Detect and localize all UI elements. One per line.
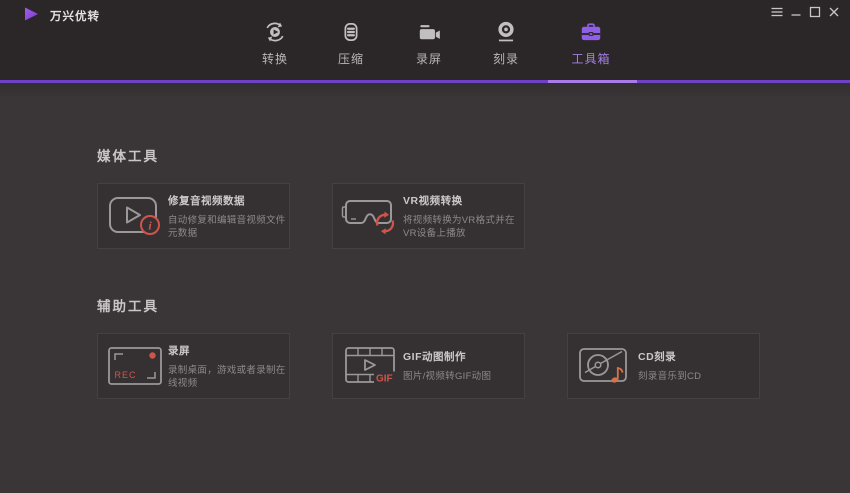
card-description: 刻录音乐到CD xyxy=(638,370,756,383)
tab-compress[interactable]: 压缩 xyxy=(313,18,389,67)
burn-icon xyxy=(468,18,544,45)
tab-label: 压缩 xyxy=(313,50,389,67)
toolbox-panel: 媒体工具 i 修复音视频数据 自动修复和编辑音视频文件元数据 xyxy=(0,83,850,493)
app-window: 万兴优转 xyxy=(0,0,850,493)
card-title: VR视频转换 xyxy=(403,193,521,208)
card-description: 将视频转换为VR格式并在VR设备上播放 xyxy=(403,214,521,240)
tab-label: 工具箱 xyxy=(553,50,629,67)
app-title: 万兴优转 xyxy=(50,8,100,24)
tab-label: 录屏 xyxy=(391,50,467,67)
card-cd-burner[interactable]: CD刻录 刻录音乐到CD xyxy=(567,333,760,399)
tab-burn[interactable]: 刻录 xyxy=(468,18,544,67)
tab-record[interactable]: 录屏 xyxy=(391,18,467,67)
gif-label: GIF xyxy=(376,374,393,385)
card-description: 录制桌面，游戏或者录制在线视频 xyxy=(168,364,286,390)
card-title: CD刻录 xyxy=(638,349,756,364)
card-title: 修复音视频数据 xyxy=(168,193,286,208)
section-title-media-tools: 媒体工具 xyxy=(97,145,159,165)
card-title: 录屏 xyxy=(168,343,286,358)
card-description: 图片/视频转GIF动图 xyxy=(403,370,521,383)
tab-label: 刻录 xyxy=(468,50,544,67)
tab-toolbox[interactable]: 工具箱 xyxy=(553,18,629,67)
header: 万兴优转 xyxy=(0,0,850,80)
cd-burner-icon xyxy=(575,344,635,388)
active-tab-underline xyxy=(548,80,637,83)
card-description: 自动修复和编辑音视频文件元数据 xyxy=(168,214,286,240)
card-screen-recorder[interactable]: REC 录屏 录制桌面，游戏或者录制在线视频 xyxy=(97,333,290,399)
record-icon xyxy=(391,18,467,45)
tab-convert[interactable]: 转换 xyxy=(237,18,313,67)
section-title-auxiliary-tools: 辅助工具 xyxy=(97,295,159,315)
fix-media-icon: i xyxy=(105,192,165,240)
hamburger-menu-icon[interactable] xyxy=(769,4,785,19)
minimize-icon[interactable] xyxy=(788,4,804,19)
maximize-icon[interactable] xyxy=(807,4,823,19)
vr-converter-icon xyxy=(340,192,400,240)
gif-maker-icon: GIF xyxy=(340,345,400,387)
close-icon[interactable] xyxy=(826,4,842,19)
screen-recorder-icon: REC xyxy=(105,344,165,388)
tab-label: 转换 xyxy=(237,50,313,67)
nav-underline xyxy=(0,80,850,83)
card-title: GIF动图制作 xyxy=(403,349,521,364)
app-logo-icon xyxy=(22,6,40,27)
card-gif-maker[interactable]: GIF GIF动图制作 图片/视频转GIF动图 xyxy=(332,333,525,399)
window-controls xyxy=(769,4,842,19)
toolbox-icon xyxy=(553,18,629,45)
card-vr-converter[interactable]: VR视频转换 将视频转换为VR格式并在VR设备上播放 xyxy=(332,183,525,249)
card-fix-media[interactable]: i 修复音视频数据 自动修复和编辑音视频文件元数据 xyxy=(97,183,290,249)
compress-icon xyxy=(313,18,389,45)
convert-icon xyxy=(237,18,313,45)
rec-label: REC xyxy=(115,370,137,380)
